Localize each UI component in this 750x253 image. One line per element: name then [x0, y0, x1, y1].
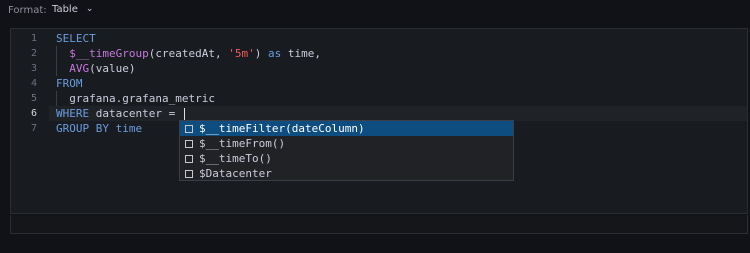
code-line: GROUP BY time	[56, 121, 142, 136]
code-token: '5m'	[228, 47, 255, 60]
suggestion-item[interactable]: $__timeFrom()	[180, 136, 513, 151]
code-line: WHERE datacenter =	[56, 106, 185, 121]
line-number: 6	[30, 108, 37, 119]
editor-footer	[10, 215, 748, 234]
line-number: 2	[30, 48, 37, 59]
suggestion-label: $__timeFrom()	[199, 137, 286, 150]
suggestion-label: $__timeFilter(dateColumn)	[199, 122, 365, 135]
code-token: )	[254, 47, 268, 60]
suggestion-item[interactable]: $__timeFilter(dateColumn)	[180, 121, 513, 136]
code-token: GROUP BY	[56, 122, 109, 135]
code-token: (value)	[89, 62, 136, 75]
code-token: grafana.grafana_metric	[56, 92, 215, 105]
code-token: (createdAt,	[148, 47, 229, 60]
code-line: AVG(value)	[56, 61, 135, 76]
format-select[interactable]: Table ⌄	[52, 3, 94, 16]
suggestion-item[interactable]: $Datacenter	[180, 166, 513, 181]
format-label: Format:	[8, 5, 47, 16]
code-token: time,	[281, 47, 321, 60]
variable-icon	[185, 169, 193, 178]
indent-guide	[56, 91, 57, 106]
code-line: SELECT	[56, 31, 96, 46]
code-line: $__timeGroup(createdAt, '5m') as time,	[56, 46, 321, 61]
code-token: WHERE	[56, 107, 90, 120]
variable-icon	[185, 139, 193, 148]
line-number: 5	[30, 93, 37, 104]
code-token: time	[108, 122, 143, 135]
line-number: 1	[30, 33, 37, 44]
format-value: Table	[52, 4, 78, 15]
text-cursor	[183, 108, 185, 120]
code-line: grafana.grafana_metric	[56, 91, 215, 106]
code-token: as	[267, 47, 282, 60]
suggestion-label: $Datacenter	[199, 167, 272, 180]
variable-icon	[185, 154, 193, 163]
code-token: AVG	[69, 62, 90, 75]
suggestion-label: $__timeTo()	[199, 152, 272, 165]
variable-icon	[185, 124, 193, 133]
indent-guide	[56, 46, 57, 76]
code-line: FROM	[56, 76, 83, 91]
chevron-down-icon: ⌄	[85, 3, 94, 14]
line-number: 3	[30, 63, 37, 74]
code-token: FROM	[56, 77, 83, 90]
code-token: $__timeGroup	[69, 47, 149, 60]
line-number: 4	[30, 78, 37, 89]
suggestion-item[interactable]: $__timeTo()	[180, 151, 513, 166]
format-toolbar: Format: Table ⌄	[0, 0, 750, 26]
autocomplete-popup: $__timeFilter(dateColumn) $__timeFrom() $_…	[179, 120, 514, 181]
code-token: datacenter =	[89, 107, 182, 120]
line-number: 7	[30, 123, 37, 134]
code-token: SELECT	[56, 32, 96, 45]
